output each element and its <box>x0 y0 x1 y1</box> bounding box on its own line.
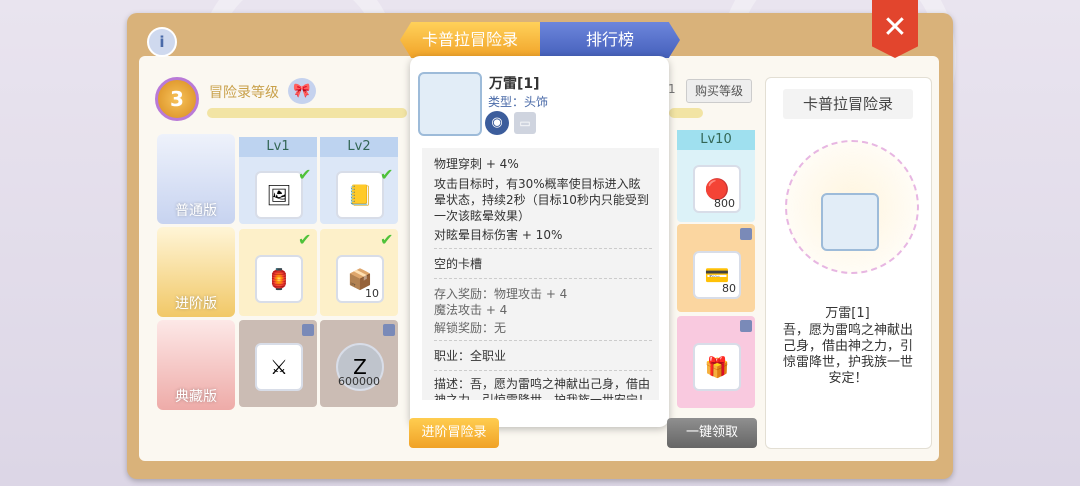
row-premium: 典藏版 <box>157 320 235 410</box>
eye-icon[interactable]: ◉ <box>485 111 509 135</box>
side-title: 卡普拉冒险录 <box>783 89 913 119</box>
deposit-reward: 存入奖励：物理攻击 + 4 魔法攻击 + 4 <box>434 287 568 317</box>
xp-bar <box>207 108 407 118</box>
tooltip-item-type: 类型：头饰 <box>488 95 549 109</box>
tooltip-body: 物理穿刺 + 4% 攻击目标时，有30%概率使目标进入眩晕状态，持续2秒（目标1… <box>422 148 659 400</box>
item-lv1-basic[interactable]: 🖼 <box>255 171 303 219</box>
row-basic-label: 普通版 <box>175 203 217 219</box>
slot-line: 空的卡槽 <box>434 257 483 271</box>
item-qty: 800 <box>714 197 735 210</box>
xp-bar-right <box>669 108 703 118</box>
item-tooltip: 万雷[1] 类型：头饰 ◉ ▭ 物理穿刺 + 4% 攻击目标时，有30%概率使目… <box>410 56 669 427</box>
level-badge: 3 <box>155 77 199 121</box>
check-icon: ✔ <box>380 165 394 184</box>
tab-ranking[interactable]: 排行榜 <box>540 22 680 58</box>
info-icon[interactable]: i <box>147 27 177 57</box>
item-qty: 80 <box>722 282 736 295</box>
item-qty: 10 <box>365 287 379 300</box>
check-icon: ✔ <box>298 165 312 184</box>
lock-icon <box>302 324 314 336</box>
check-icon: ✔ <box>380 230 394 249</box>
tab-kapula-adventure[interactable]: 卡普拉冒险录 <box>400 22 540 58</box>
helmet-icon <box>418 72 482 136</box>
book-icon[interactable]: ▭ <box>514 112 536 134</box>
divider <box>434 370 652 371</box>
collect-all-button[interactable]: 一键领取 <box>667 418 757 448</box>
row-advanced-label: 进阶版 <box>175 296 217 312</box>
stat-line: 对眩晕目标伤害 + 10% <box>434 228 563 242</box>
row-premium-label: 典藏版 <box>175 389 217 405</box>
side-item-name: 万雷[1] <box>825 306 870 321</box>
row-basic: 普通版 <box>157 134 235 224</box>
job-line: 职业：全职业 <box>434 349 507 363</box>
divider <box>434 278 652 279</box>
lock-icon <box>740 228 752 240</box>
lv10-header: Lv10 <box>677 130 755 150</box>
level-progress-fragment: 1 <box>668 82 676 96</box>
divider <box>434 340 652 341</box>
tooltip-item-name: 万雷[1] <box>489 76 540 92</box>
lv2-header: Lv2 <box>320 137 398 157</box>
item-lv10-premium[interactable]: 🎁 <box>693 343 741 391</box>
item-lv1-premium[interactable]: ⚔ <box>255 343 303 391</box>
lv1-header: Lv1 <box>239 137 317 157</box>
ribbon-icon[interactable]: 🎀 <box>288 78 316 104</box>
item-qty: 600000 <box>338 375 380 388</box>
buy-level-button[interactable]: 购买等级 <box>686 79 752 103</box>
unlock-reward: 解锁奖励：无 <box>434 321 507 335</box>
advanced-adventure-button[interactable]: 进阶冒险录 <box>409 418 499 448</box>
level-label: 冒险录等级 <box>209 85 279 101</box>
close-icon[interactable]: ✕ <box>872 0 918 58</box>
item-lv2-basic[interactable]: 📒 <box>336 171 384 219</box>
desc-line: 描述：吾，愿为雷鸣之神献出己身，借由神之力，引惊雷降世，护我族一世安宁！ <box>434 377 651 400</box>
divider <box>434 248 652 249</box>
stat-line: 物理穿刺 + 4% <box>434 157 519 171</box>
lock-icon <box>740 320 752 332</box>
row-advanced: 进阶版 <box>157 227 235 317</box>
stat-line: 攻击目标时，有30%概率使目标进入眩晕状态，持续2秒（目标10秒内只能受到一次该… <box>434 177 649 223</box>
helmet-icon <box>821 193 879 251</box>
item-lv1-advanced[interactable]: 🏮 <box>255 255 303 303</box>
side-item-desc: 吾，愿为雷鸣之神献出己身，借由神之力，引惊雷降世，护我族一世安定！ <box>782 323 913 386</box>
check-icon: ✔ <box>298 230 312 249</box>
lock-icon <box>383 324 395 336</box>
